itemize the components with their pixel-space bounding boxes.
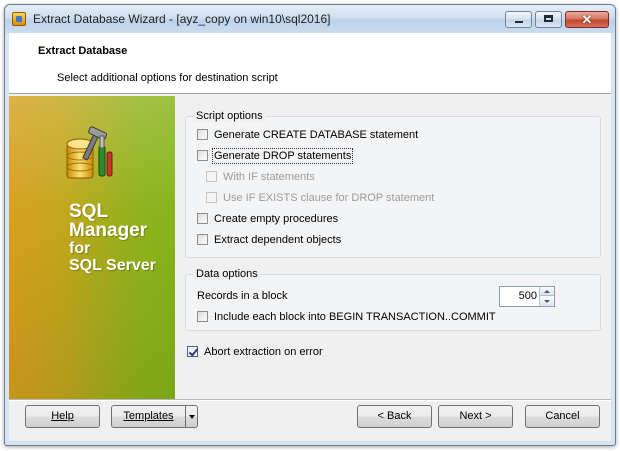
window-title: Extract Database Wizard - [ayz_copy on w…	[33, 12, 331, 26]
arrow-up-icon	[544, 290, 550, 293]
spinner-up-button[interactable]	[540, 287, 554, 296]
generate-create-database-checkbox[interactable]: Generate CREATE DATABASE statement	[197, 127, 418, 142]
checkbox-label: Include each block into BEGIN TRANSACTIO…	[214, 310, 496, 323]
checkbox-label: Generate DROP statements	[211, 147, 354, 164]
records-value[interactable]: 500	[519, 290, 537, 302]
create-empty-procedures-checkbox[interactable]: Create empty procedures	[197, 211, 338, 226]
back-button[interactable]: < Back	[357, 405, 432, 428]
page-subtitle: Select additional options for destinatio…	[57, 72, 278, 84]
wizard-header: Extract Database Select additional optio…	[9, 33, 611, 94]
database-tools-icon	[66, 126, 113, 179]
product-name: SQL Manager for SQL Server	[69, 202, 156, 274]
next-button[interactable]: Next >	[438, 405, 513, 428]
cancel-button-label: Cancel	[545, 410, 580, 422]
product-name-line1: SQL	[69, 201, 109, 222]
help-button[interactable]: Help	[25, 405, 100, 428]
checkbox-label: Generate CREATE DATABASE statement	[214, 128, 419, 141]
checkbox-box[interactable]	[206, 192, 217, 203]
minimize-button[interactable]	[505, 11, 532, 28]
checkbox-box[interactable]	[197, 129, 208, 140]
checkbox-label: Extract dependent objects	[214, 233, 342, 246]
records-in-block-spinner[interactable]: 500	[499, 286, 555, 307]
close-button[interactable]: ✕	[565, 11, 609, 28]
product-name-line3: for	[69, 240, 91, 257]
checkbox-box[interactable]	[197, 150, 208, 161]
product-name-line2: Manager	[69, 220, 148, 241]
include-transaction-checkbox[interactable]: Include each block into BEGIN TRANSACTIO…	[197, 309, 496, 324]
help-button-label: Help	[51, 410, 74, 422]
templates-button-label: Templates	[123, 410, 174, 422]
templates-dropdown-button[interactable]	[185, 405, 198, 428]
next-button-label: Next >	[459, 410, 492, 422]
use-if-exists-checkbox[interactable]: Use IF EXISTS clause for DROP statement	[206, 190, 434, 205]
page-title: Extract Database	[38, 45, 128, 57]
checkbox-box[interactable]	[197, 311, 208, 322]
checkbox-label: Create empty procedures	[214, 212, 339, 225]
chevron-down-icon	[189, 415, 195, 419]
records-label-text: Records in a block	[197, 289, 288, 302]
abort-on-error-checkbox[interactable]: Abort extraction on error	[187, 344, 323, 359]
checkbox-box[interactable]	[206, 171, 217, 182]
back-button-label: < Back	[377, 410, 412, 422]
product-banner: SQL Manager for SQL Server	[9, 96, 175, 399]
wizard-window: Extract Database Wizard - [ayz_copy on w…	[4, 4, 616, 446]
checkbox-box[interactable]	[187, 346, 198, 357]
app-icon	[12, 12, 26, 26]
records-in-block-label: Records in a block	[197, 288, 288, 303]
maximize-icon	[544, 15, 553, 22]
spinner-buttons	[539, 287, 554, 306]
minimize-icon	[515, 21, 523, 23]
checkbox-label: Abort extraction on error	[204, 345, 323, 358]
extract-dependent-objects-checkbox[interactable]: Extract dependent objects	[197, 232, 341, 247]
arrow-down-icon	[544, 300, 550, 303]
checkbox-box[interactable]	[197, 234, 208, 245]
script-options-legend: Script options	[193, 110, 266, 122]
wizard-client: Extract Database Select additional optio…	[9, 33, 611, 441]
checkbox-label: With IF statements	[223, 170, 315, 183]
generate-drop-statements-checkbox[interactable]: Generate DROP statements	[197, 147, 354, 164]
spinner-down-button[interactable]	[540, 297, 554, 306]
with-if-statements-checkbox[interactable]: With IF statements	[206, 169, 315, 184]
cancel-button[interactable]: Cancel	[525, 405, 600, 428]
maximize-button[interactable]	[535, 11, 562, 28]
footer-separator	[9, 399, 611, 401]
product-name-line4: SQL Server	[69, 257, 156, 274]
title-bar[interactable]: Extract Database Wizard - [ayz_copy on w…	[5, 5, 615, 33]
close-icon: ✕	[581, 12, 593, 27]
checkbox-box[interactable]	[197, 213, 208, 224]
data-options-legend: Data options	[193, 268, 261, 280]
templates-button[interactable]: Templates	[111, 405, 186, 428]
checkbox-label: Use IF EXISTS clause for DROP statement	[223, 191, 435, 204]
